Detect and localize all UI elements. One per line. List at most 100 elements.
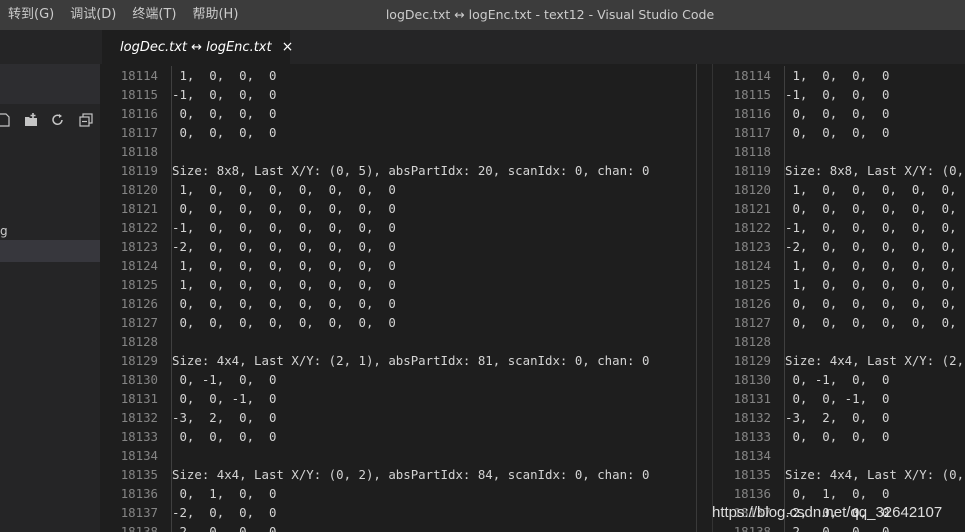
left-line-list: 18114 1, 0, 0, 0 18115 -1, 0, 0, 0 18116 0,…: [100, 66, 696, 532]
line-number: 18128: [733, 334, 771, 349]
line-text: 0, -1, 0, 0: [785, 372, 890, 387]
line-number: 18134: [733, 448, 771, 463]
line-number: 18114: [733, 68, 771, 83]
code-line: 18122 -1, 0, 0, 0, 0, 0,: [713, 218, 965, 237]
window-title: logDec.txt ↔ logEnc.txt - text12 - Visua…: [385, 7, 715, 22]
line-number: 18122: [120, 220, 158, 235]
line-text: 0, 0, 0, 0, 0, 0,: [785, 296, 957, 311]
code-line: 18122 -1, 0, 0, 0, 0, 0, 0, 0: [100, 218, 696, 237]
line-number: 18129: [733, 353, 771, 368]
tab-label: logDec.txt ↔ logEnc.txt: [120, 39, 272, 55]
code-line: 18134: [713, 446, 965, 465]
indent-guide: [784, 446, 785, 465]
line-text: 0, 0, 0, 0: [172, 125, 277, 140]
line-number: 18138: [733, 524, 771, 532]
line-number: 18130: [120, 372, 158, 387]
line-text: -1, 0, 0, 0, 0, 0, 0, 0: [172, 220, 396, 235]
line-text: -1, 0, 0, 0, 0, 0,: [785, 220, 957, 235]
code-line: 18126 0, 0, 0, 0, 0, 0, 0, 0: [100, 294, 696, 313]
code-line: 18125 1, 0, 0, 0, 0, 0,: [713, 275, 965, 294]
line-number: 18121: [120, 201, 158, 216]
line-text: 0, 0, -1, 0: [172, 391, 277, 406]
menu-goto[interactable]: 转到(G): [0, 0, 62, 30]
explorer-toolbar: [0, 110, 100, 132]
explorer-sidebar: g: [0, 64, 100, 532]
code-line: 18124 1, 0, 0, 0, 0, 0,: [713, 256, 965, 275]
menu-help[interactable]: 帮助(H): [184, 0, 246, 30]
indent-guide: [171, 332, 172, 351]
menu-debug[interactable]: 调试(D): [62, 0, 124, 30]
code-line: 18135 Size: 4x4, Last X/Y: (0, 2), absPar…: [100, 465, 696, 484]
code-line: 18120 1, 0, 0, 0, 0, 0, 0, 0: [100, 180, 696, 199]
tab-logdec-logenc-diff[interactable]: logDec.txt ↔ logEnc.txt ×: [102, 30, 293, 64]
line-text: -2, 0, 0, 0: [172, 505, 277, 520]
line-text: -2, 0, 0, 0, 0, 0,: [785, 239, 957, 254]
code-line: 18119 Size: 8x8, Last X/Y: (0,: [713, 161, 965, 180]
line-text: Size: 8x8, Last X/Y: (0, 5), absPartIdx:…: [172, 163, 650, 178]
line-text: 0, 0, 0, 0, 0, 0, 0, 0: [172, 201, 396, 216]
line-number: 18120: [120, 182, 158, 197]
sidebar-item[interactable]: g: [0, 220, 100, 242]
line-number: 18126: [733, 296, 771, 311]
line-number: 18123: [733, 239, 771, 254]
diff-pane-divider[interactable]: [696, 64, 713, 532]
refresh-icon[interactable]: [51, 113, 65, 127]
line-text: Size: 4x4, Last X/Y: (0, 2), absPartIdx:…: [172, 467, 650, 482]
new-folder-icon[interactable]: [24, 113, 38, 127]
line-text: Size: 4x4, Last X/Y: (2,: [785, 353, 965, 368]
line-number: 18114: [120, 68, 158, 83]
diff-editor-right[interactable]: 18114 1, 0, 0, 0 18115 -1, 0, 0, 0 18116 0,…: [712, 64, 965, 532]
watermark: https://blog.csdn.net/qq_32642107: [712, 504, 943, 521]
line-number: 18136: [733, 486, 771, 501]
line-number: 18124: [733, 258, 771, 273]
line-number: 18119: [733, 163, 771, 178]
line-text: 0, 0, 0, 0, 0, 0,: [785, 315, 957, 330]
code-line: 18117 0, 0, 0, 0: [100, 123, 696, 142]
code-line: 18128: [713, 332, 965, 351]
line-text: 0, 0, 0, 0, 0, 0, 0, 0: [172, 296, 396, 311]
line-number: 18124: [120, 258, 158, 273]
line-text: -3, 2, 0, 0: [172, 410, 277, 425]
code-line: 18130 0, -1, 0, 0: [713, 370, 965, 389]
line-text: 0, -1, 0, 0: [172, 372, 277, 387]
code-line: 18114 1, 0, 0, 0: [713, 66, 965, 85]
code-line: 18131 0, 0, -1, 0: [100, 389, 696, 408]
code-line: 18119 Size: 8x8, Last X/Y: (0, 5), absPar…: [100, 161, 696, 180]
code-line: 18128: [100, 332, 696, 351]
line-number: 18115: [120, 87, 158, 102]
indent-guide: [784, 142, 785, 161]
line-text: 0, 0, 0, 0: [172, 106, 277, 121]
menu-terminal[interactable]: 终端(T): [124, 0, 184, 30]
indent-guide: [784, 332, 785, 351]
code-line: 18129 Size: 4x4, Last X/Y: (2,: [713, 351, 965, 370]
line-text: 0, 1, 0, 0: [785, 486, 890, 501]
close-tab-icon[interactable]: ×: [282, 39, 294, 55]
code-line: 18117 0, 0, 0, 0: [713, 123, 965, 142]
code-line: 18121 0, 0, 0, 0, 0, 0,: [713, 199, 965, 218]
diff-editor-left[interactable]: 18114 1, 0, 0, 0 18115 -1, 0, 0, 0 18116 0,…: [100, 64, 696, 532]
line-text: 0, 0, 0, 0: [785, 429, 890, 444]
line-number: 18115: [733, 87, 771, 102]
line-number: 18126: [120, 296, 158, 311]
code-line: 18133 0, 0, 0, 0: [100, 427, 696, 446]
line-number: 18132: [120, 410, 158, 425]
line-number: 18138: [120, 524, 158, 532]
sidebar-item-selected[interactable]: [0, 240, 100, 262]
code-line: 18127 0, 0, 0, 0, 0, 0,: [713, 313, 965, 332]
line-text: Size: 4x4, Last X/Y: (2, 1), absPartIdx:…: [172, 353, 650, 368]
line-text: 1, 0, 0, 0, 0, 0,: [785, 258, 957, 273]
line-number: 18117: [120, 125, 158, 140]
code-line: 18124 1, 0, 0, 0, 0, 0, 0, 0: [100, 256, 696, 275]
code-line: 18133 0, 0, 0, 0: [713, 427, 965, 446]
line-number: 18130: [733, 372, 771, 387]
new-file-icon[interactable]: [0, 113, 11, 127]
line-text: -1, 0, 0, 0: [785, 87, 890, 102]
line-number: 18136: [120, 486, 158, 501]
collapse-all-icon[interactable]: [79, 113, 93, 127]
code-line: 18137 -2, 0, 0, 0: [100, 503, 696, 522]
line-number: 18129: [120, 353, 158, 368]
line-number: 18132: [733, 410, 771, 425]
code-line: 18126 0, 0, 0, 0, 0, 0,: [713, 294, 965, 313]
line-number: 18128: [120, 334, 158, 349]
line-text: 2, 0, 0, 0: [172, 524, 277, 532]
